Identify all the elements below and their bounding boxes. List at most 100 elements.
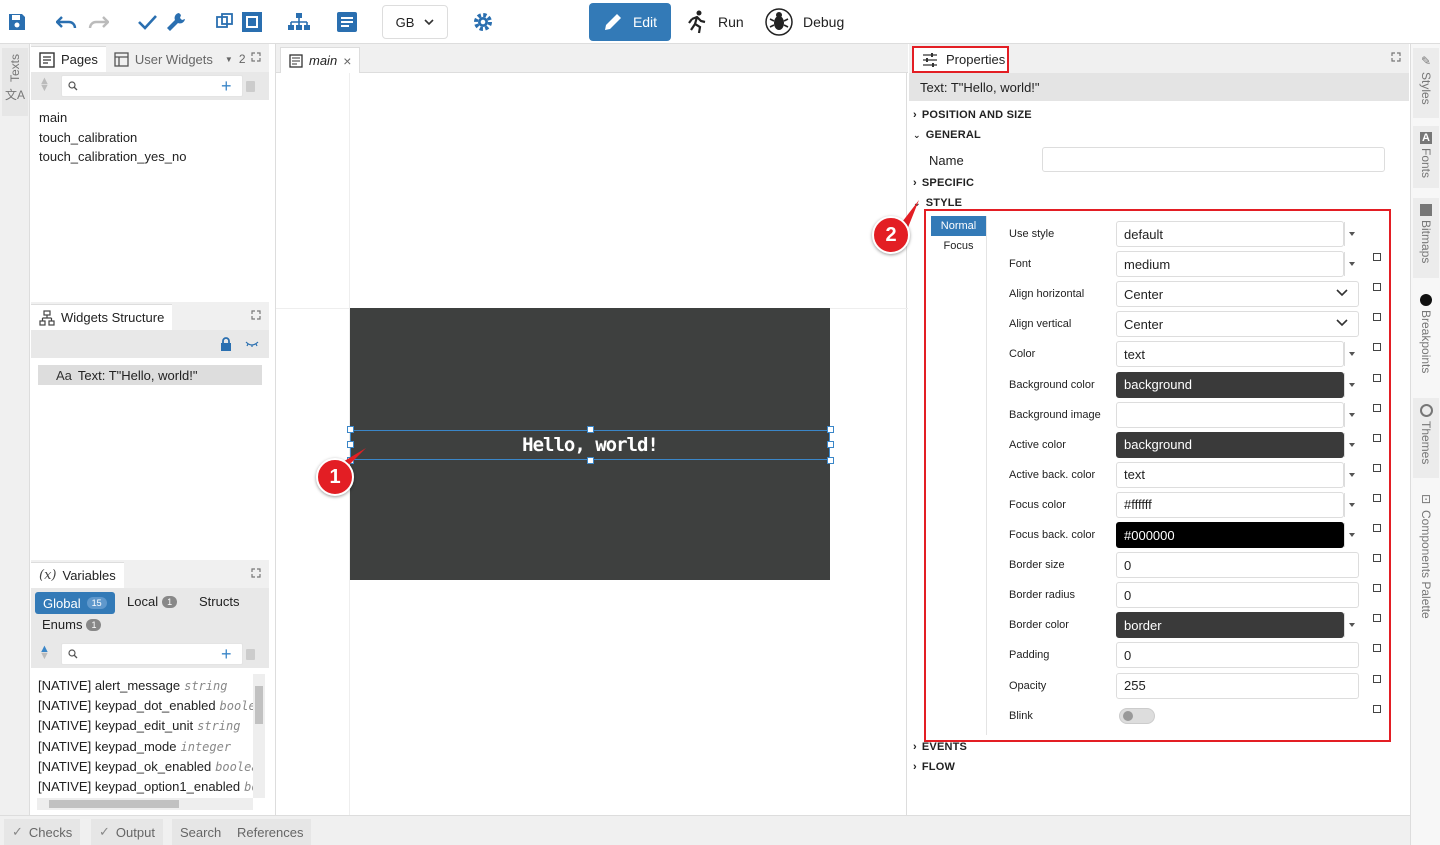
style-row-input[interactable]: background (1116, 431, 1359, 458)
resize-handle[interactable] (827, 441, 834, 448)
dropdown-arrow-icon[interactable] (1344, 462, 1359, 487)
fit-view-icon[interactable] (214, 7, 236, 37)
inherit-checkbox[interactable] (1373, 524, 1381, 532)
variable-item[interactable]: [NATIVE] keypad_dot_enabledboolean (38, 696, 253, 716)
inherit-checkbox[interactable] (1373, 343, 1381, 352)
edit-mode-button[interactable]: Edit (589, 3, 671, 41)
inherit-checkbox[interactable] (1373, 313, 1381, 322)
inherit-checkbox[interactable] (1373, 644, 1381, 653)
check-icon[interactable] (136, 7, 158, 37)
style-row-input[interactable]: medium (1116, 251, 1359, 278)
style-tab-focus[interactable]: Focus (931, 236, 986, 256)
tab-user-widgets[interactable]: User Widgets (106, 46, 221, 72)
tab-output[interactable]: ✓ Output (91, 819, 163, 845)
style-row-input[interactable]: default (1116, 221, 1359, 247)
variable-item[interactable]: [NATIVE] keypad_edit_unit string (38, 716, 253, 736)
tab-enums[interactable]: Enums 1 (42, 617, 102, 632)
style-row-input[interactable]: Center (1116, 281, 1359, 308)
dropdown-arrow-icon[interactable] (1344, 432, 1359, 457)
inherit-checkbox[interactable] (1373, 463, 1381, 472)
hello-world-text-widget[interactable]: Hello, world! (350, 430, 830, 460)
style-row-input[interactable]: background (1116, 371, 1359, 398)
add-page-button[interactable]: + (221, 77, 232, 95)
tab-global[interactable]: Global 15 (35, 592, 115, 614)
inherit-checkbox[interactable] (1373, 704, 1381, 713)
settings-gear-icon[interactable] (470, 7, 496, 37)
language-select[interactable]: GB (382, 5, 448, 39)
delete-page-icon[interactable] (246, 81, 255, 92)
dropdown-arrow-icon[interactable] (1344, 342, 1359, 367)
select-frame-icon[interactable] (240, 7, 264, 37)
inherit-checkbox[interactable] (1373, 253, 1381, 262)
section-position-and-size[interactable]: › POSITION AND SIZE (913, 109, 1032, 121)
variable-item[interactable]: [NATIVE] keypad_mode integer (38, 737, 253, 757)
inherit-checkbox[interactable] (1373, 614, 1381, 623)
sort-asc-icon[interactable]: ▲ ▼ (39, 644, 50, 662)
resize-handle[interactable] (587, 457, 594, 464)
dropdown-arrow-icon[interactable] (1344, 613, 1359, 638)
dropdown-arrow-icon[interactable] (1344, 372, 1359, 397)
style-row-input[interactable]: Center (1116, 311, 1359, 338)
debug-mode-button[interactable]: Debug (765, 3, 844, 41)
expand-icon[interactable] (251, 310, 261, 320)
side-tab-themes[interactable]: Themes (1413, 398, 1439, 478)
page-canvas[interactable]: Hello, world! (347, 308, 834, 580)
style-row-input[interactable]: 0 (1116, 642, 1359, 669)
variables-vertical-scrollbar[interactable] (253, 674, 265, 798)
variable-item[interactable]: [NATIVE] alert_message string (38, 676, 253, 696)
dropdown-arrow-icon[interactable] (1344, 252, 1359, 277)
section-events[interactable]: › EVENTS (913, 741, 967, 753)
side-tab-breakpoints[interactable]: Breakpoints (1413, 288, 1439, 388)
tab-structs[interactable]: Structs (199, 594, 239, 609)
document-icon[interactable] (334, 7, 360, 37)
save-icon[interactable] (6, 7, 28, 37)
style-row-input[interactable]: 0 (1116, 582, 1359, 609)
variable-item[interactable]: [NATIVE] keypad_ok_enabledboolean (38, 757, 253, 777)
tab-references[interactable]: References (229, 819, 312, 845)
wrench-icon[interactable] (164, 7, 188, 37)
dropdown-arrow-icon[interactable] (1344, 492, 1359, 517)
inherit-checkbox[interactable] (1373, 674, 1381, 683)
inherit-checkbox[interactable] (1373, 493, 1381, 502)
hidden-eye-icon[interactable] (245, 340, 259, 348)
side-tab-fonts[interactable]: A Fonts (1413, 126, 1439, 188)
tab-local[interactable]: Local 1 (127, 594, 178, 609)
tab-checks[interactable]: ✓ Checks (4, 819, 81, 845)
expand-icon[interactable] (251, 568, 261, 578)
tab-properties[interactable]: Properties (912, 46, 1009, 73)
widget-tree-item-text[interactable]: Aa Text: T"Hello, world!" (38, 365, 262, 385)
expand-icon[interactable] (251, 52, 261, 62)
delete-variable-icon[interactable] (246, 649, 255, 660)
side-tab-styles[interactable]: ✎ Styles (1413, 48, 1439, 118)
dropdown-arrow-icon[interactable] (1344, 523, 1359, 547)
style-row-input[interactable]: text (1116, 461, 1359, 488)
resize-handle[interactable] (587, 426, 594, 433)
close-tab-icon[interactable]: × (343, 53, 351, 69)
section-general[interactable]: ⌄ GENERAL (913, 129, 981, 141)
pages-search-input[interactable] (61, 75, 243, 97)
texts-side-tab[interactable]: Texts 文A (2, 48, 28, 116)
resize-handle[interactable] (827, 457, 834, 464)
page-item-touch-calibration[interactable]: touch_calibration (39, 128, 186, 148)
hierarchy-icon[interactable] (286, 7, 312, 37)
style-row-input[interactable]: 255 (1116, 672, 1359, 699)
side-tab-bitmaps[interactable]: Bitmaps (1413, 198, 1439, 278)
resize-handle[interactable] (347, 426, 354, 433)
tab-main-page[interactable]: main × (280, 47, 360, 73)
section-specific[interactable]: › SPECIFIC (913, 177, 974, 189)
resize-handle[interactable] (827, 426, 834, 433)
expand-icon[interactable] (1391, 52, 1401, 62)
style-row-input[interactable]: border (1116, 612, 1359, 639)
inherit-checkbox[interactable] (1373, 584, 1381, 593)
inherit-checkbox[interactable] (1373, 554, 1381, 563)
name-input[interactable] (1042, 147, 1385, 172)
variables-horizontal-scrollbar[interactable] (37, 798, 253, 810)
run-mode-button[interactable]: Run (686, 3, 744, 41)
page-item-main[interactable]: main (39, 108, 186, 128)
variable-item[interactable]: [NATIVE] keypad_option1_enabledboolean (38, 777, 253, 797)
sort-icon[interactable]: ▲ ▼ (39, 76, 50, 94)
inherit-checkbox[interactable] (1373, 403, 1381, 412)
tab-variables[interactable]: (x) Variables (31, 562, 124, 588)
inherit-checkbox[interactable] (1373, 433, 1381, 442)
style-tab-normal[interactable]: Normal (931, 216, 986, 236)
